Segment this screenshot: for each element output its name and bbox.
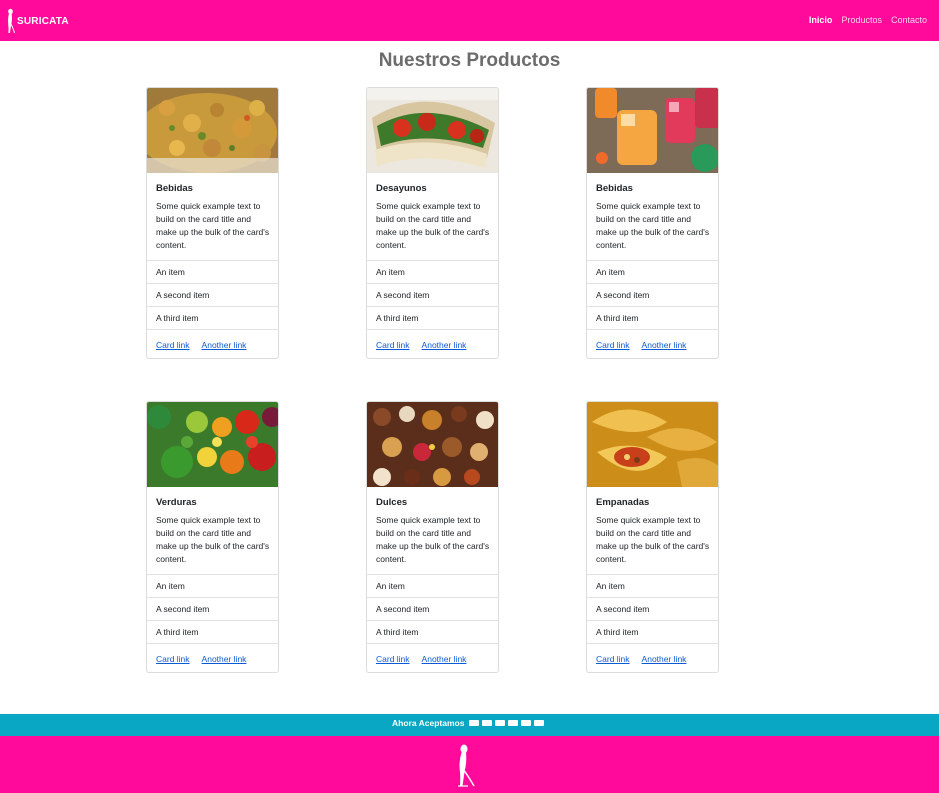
list-item: A second item: [587, 598, 718, 621]
vegetables-image: [147, 402, 278, 487]
card-link[interactable]: Card link: [596, 654, 630, 664]
nav-contacto[interactable]: Contacto: [891, 15, 927, 25]
another-link[interactable]: Another link: [202, 340, 247, 350]
bank-card-icon: [521, 719, 532, 726]
another-link[interactable]: Another link: [642, 654, 687, 664]
card-text: Some quick example text to build on the …: [596, 515, 710, 564]
card-title: Bebidas: [156, 183, 193, 194]
card-title: Empanadas: [596, 497, 650, 508]
brand-name: SURICATA: [17, 15, 69, 27]
list-item: A third item: [367, 621, 498, 644]
card-link[interactable]: Card link: [596, 340, 630, 350]
card-list: An item A second item A third item: [147, 260, 278, 330]
card-links: Card link Another link: [376, 654, 466, 664]
navbar: SURICATA Inicio Productos Contacto: [0, 0, 939, 41]
visa-icon: [469, 719, 480, 726]
list-item: A second item: [147, 598, 278, 621]
list-item: A second item: [147, 284, 278, 307]
list-item: A second item: [367, 598, 498, 621]
mastercard-icon: [482, 719, 493, 726]
card-title: Bebidas: [596, 183, 633, 194]
list-item: A third item: [587, 621, 718, 644]
list-item: A third item: [367, 307, 498, 330]
list-item: A third item: [587, 307, 718, 330]
list-item: An item: [147, 575, 278, 598]
card-text: Some quick example text to build on the …: [596, 201, 710, 250]
drinks-image: [587, 88, 718, 173]
card-text: Some quick example text to build on the …: [376, 515, 490, 564]
card-link[interactable]: Card link: [376, 654, 410, 664]
card-link[interactable]: Card link: [376, 340, 410, 350]
product-card: Bebidas Some quick example text to build…: [146, 87, 279, 359]
list-item: An item: [587, 261, 718, 284]
meerkat-icon: [8, 8, 15, 34]
product-card: Dulces Some quick example text to build …: [366, 401, 499, 673]
another-link[interactable]: Another link: [422, 654, 467, 664]
product-card: Desayunos Some quick example text to bui…: [366, 87, 499, 359]
sweets-image: [367, 402, 498, 487]
sandwich-image: [367, 88, 498, 173]
nav-inicio[interactable]: Inicio: [809, 15, 833, 25]
list-item: A third item: [147, 307, 278, 330]
footer: [0, 736, 939, 793]
nav-menu: Inicio Productos Contacto: [809, 15, 927, 25]
paypal-icon: [534, 719, 545, 726]
list-item: An item: [367, 575, 498, 598]
list-item: An item: [367, 261, 498, 284]
card-text: Some quick example text to build on the …: [156, 201, 270, 250]
card-list: An item A second item A third item: [587, 260, 718, 330]
diners-icon: [495, 719, 506, 726]
empanadas-image: [587, 402, 718, 487]
list-item: A second item: [367, 284, 498, 307]
card-text: Some quick example text to build on the …: [376, 201, 490, 250]
card-links: Card link Another link: [596, 340, 686, 350]
card-title: Verduras: [156, 497, 197, 508]
list-item: A second item: [587, 284, 718, 307]
card-link[interactable]: Card link: [156, 340, 190, 350]
payment-strip: Ahora Aceptamos: [0, 714, 939, 736]
product-card: Bebidas Some quick example text to build…: [586, 87, 719, 359]
card-title: Desayunos: [376, 183, 427, 194]
meerkat-icon: [458, 744, 475, 787]
product-card: Empanadas Some quick example text to bui…: [586, 401, 719, 673]
amex-icon: [508, 719, 519, 726]
another-link[interactable]: Another link: [422, 340, 467, 350]
card-list: An item A second item A third item: [367, 260, 498, 330]
payment-text: Ahora Aceptamos: [392, 717, 465, 728]
card-list: An item A second item A third item: [147, 574, 278, 644]
footer-logo: [455, 744, 477, 793]
list-item: An item: [587, 575, 718, 598]
card-links: Card link Another link: [156, 340, 246, 350]
card-links: Card link Another link: [596, 654, 686, 664]
card-link[interactable]: Card link: [156, 654, 190, 664]
card-title: Dulces: [376, 497, 408, 508]
another-link[interactable]: Another link: [202, 654, 247, 664]
curry-food-image: [147, 88, 278, 173]
list-item: A third item: [147, 621, 278, 644]
list-item: An item: [147, 261, 278, 284]
nav-productos[interactable]: Productos: [841, 15, 882, 25]
card-links: Card link Another link: [376, 340, 466, 350]
card-links: Card link Another link: [156, 654, 246, 664]
brand-logo[interactable]: SURICATA: [6, 8, 69, 34]
product-card: Verduras Some quick example text to buil…: [146, 401, 279, 673]
page-title: Nuestros Productos: [378, 50, 561, 71]
card-text: Some quick example text to build on the …: [156, 515, 270, 564]
card-list: An item A second item A third item: [587, 574, 718, 644]
another-link[interactable]: Another link: [642, 340, 687, 350]
card-list: An item A second item A third item: [367, 574, 498, 644]
payment-methods: Ahora Aceptamos: [392, 716, 545, 729]
